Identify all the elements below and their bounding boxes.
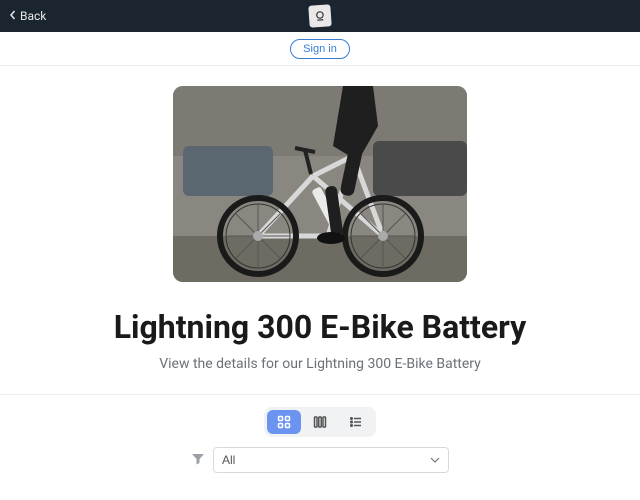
page-subtitle: View the details for our Lightning 300 E… [159, 356, 481, 372]
filter-select[interactable]: All [213, 447, 449, 473]
signin-button[interactable]: Sign in [290, 39, 350, 59]
view-toggle-group [264, 407, 376, 437]
hero-section: Lightning 300 E-Bike Battery View the de… [0, 66, 640, 394]
grid-view-button[interactable] [267, 410, 301, 434]
app-logo [308, 4, 331, 27]
product-image [173, 86, 467, 282]
back-label: Back [20, 9, 46, 23]
filter-icon [191, 451, 205, 470]
column-view-button[interactable] [303, 410, 337, 434]
topbar: Back [0, 0, 640, 32]
signin-row: Sign in [0, 32, 640, 66]
back-button[interactable]: Back [8, 9, 46, 23]
view-controls [0, 394, 640, 447]
chevron-left-icon [8, 9, 18, 23]
filter-row: All [0, 447, 640, 485]
list-view-button[interactable] [339, 410, 373, 434]
page-title: Lightning 300 E-Bike Battery [114, 308, 527, 346]
